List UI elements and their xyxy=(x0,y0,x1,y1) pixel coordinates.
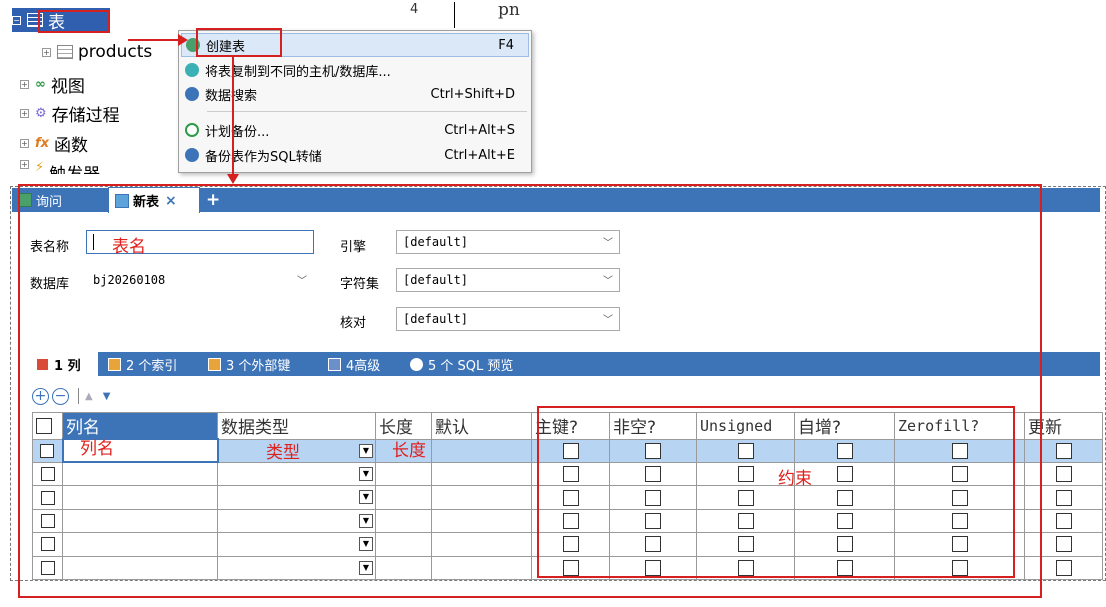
tree-node-triggers-label: 触发器 xyxy=(49,160,100,174)
tree-node-procedures-label: 存储过程 xyxy=(51,105,120,126)
annotation-constraints: 约束 xyxy=(778,469,812,489)
annotation-arrow-down-line xyxy=(232,57,234,177)
collapse-icon[interactable]: − xyxy=(12,15,21,25)
expand-icon[interactable]: + xyxy=(42,47,51,57)
annotation-arrowhead-down xyxy=(227,174,239,184)
backup-icon xyxy=(185,148,199,162)
schedule-icon xyxy=(185,123,199,137)
tree-node-views[interactable]: + ∞ 视图 xyxy=(20,72,85,97)
background-grid-fragment: 4 pn xyxy=(408,0,558,30)
annotation-length: 长度 xyxy=(392,441,426,461)
menu-item-shortcut: F4 xyxy=(498,37,514,53)
menu-item-label: 计划备份... xyxy=(205,124,270,140)
trigger-icon: ⚡ xyxy=(35,160,45,174)
tree-node-views-label: 视图 xyxy=(50,76,85,97)
tree-node-functions[interactable]: + fx 函数 xyxy=(20,131,89,156)
tree-node-products[interactable]: + products xyxy=(42,40,152,64)
annotation-data-type: 类型 xyxy=(266,443,300,463)
tree-node-triggers[interactable]: + ⚡ 触发器 xyxy=(20,160,100,174)
search-icon xyxy=(185,87,199,101)
menu-item-label: 数据搜索 xyxy=(205,88,258,104)
annotation-box-constraints xyxy=(537,406,1015,578)
annotation-box-tables xyxy=(38,10,110,33)
annotation-box-create-table xyxy=(196,28,282,57)
function-icon: fx xyxy=(35,135,50,151)
partial-cell-value: 4 xyxy=(410,2,419,17)
table-icon xyxy=(57,45,73,59)
annotation-arrowhead xyxy=(178,34,188,46)
menu-item-shortcut: Ctrl+Alt+S xyxy=(444,122,515,138)
tree-node-products-label: products xyxy=(78,42,153,62)
annotation-arrow-line xyxy=(128,39,184,41)
annotation-table-name: 表名 xyxy=(112,237,146,257)
menu-item-label: 备份表作为SQL转储 xyxy=(205,149,322,165)
cell-divider xyxy=(454,2,455,28)
menu-separator xyxy=(207,111,527,112)
screenshot-root: { "tree": { "selected_label": "表", "prod… xyxy=(0,0,1106,607)
view-icon: ∞ xyxy=(35,76,46,92)
menu-item-shortcut: Ctrl+Shift+D xyxy=(430,86,515,102)
tree-node-procedures[interactable]: + ⚙ 存储过程 xyxy=(20,101,120,126)
expand-icon[interactable]: + xyxy=(20,138,29,148)
expand-icon[interactable]: + xyxy=(20,108,29,118)
copy-database-icon xyxy=(185,63,199,77)
partial-cell-text: pn xyxy=(498,0,520,20)
gear-icon: ⚙ xyxy=(35,105,47,121)
expand-icon[interactable]: + xyxy=(20,79,29,89)
annotation-column-name: 列名 xyxy=(80,439,114,459)
expand-icon[interactable]: + xyxy=(20,160,29,169)
tree-node-functions-label: 函数 xyxy=(54,135,89,156)
menu-item-shortcut: Ctrl+Alt+E xyxy=(444,147,515,163)
